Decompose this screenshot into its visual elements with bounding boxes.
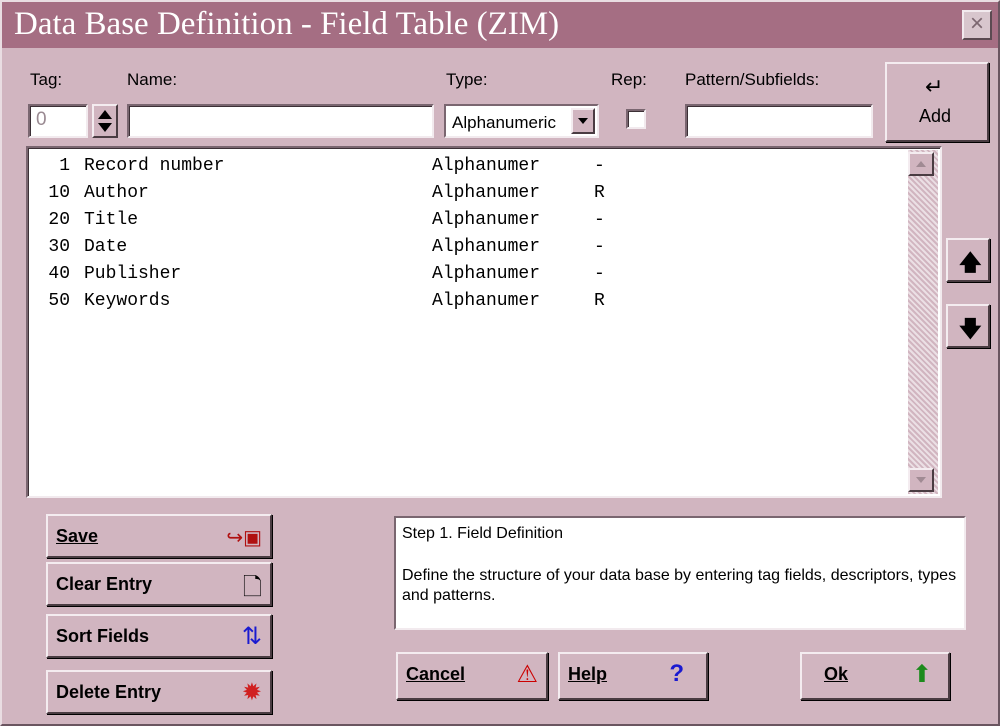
save-button-label: Save <box>56 526 99 546</box>
help-button[interactable]: Help ? <box>558 652 708 700</box>
add-button-label: Add <box>919 106 952 126</box>
delete-entry-button[interactable]: Delete Entry ✹ <box>46 670 272 714</box>
title-bar[interactable]: Data Base Definition - Field Table (ZIM)… <box>2 2 998 48</box>
clear-entry-label: Clear Entry <box>56 574 153 594</box>
down-arrow-icon: 🡇 <box>959 316 982 341</box>
field-tag: 1 <box>59 156 70 176</box>
field-rep: R <box>594 183 605 203</box>
field-name: Publisher <box>84 264 182 284</box>
field-rep: - <box>594 237 605 257</box>
question-mark-icon: ? <box>669 660 684 687</box>
field-rep: - <box>594 210 605 230</box>
close-button[interactable]: × <box>962 10 992 40</box>
rep-label: Rep: <box>611 70 647 89</box>
type-select-value: Alphanumeric <box>452 113 556 132</box>
field-tag: 30 <box>48 237 70 257</box>
chevron-down-icon[interactable] <box>571 108 595 134</box>
field-rep: R <box>594 291 605 311</box>
green-up-arrow-icon: ⬆ <box>911 661 932 688</box>
tag-spinner[interactable] <box>92 104 118 138</box>
save-button[interactable]: Save ↪▣ <box>46 514 272 558</box>
help-heading: Step 1. Field Definition <box>402 525 563 542</box>
window-title: Data Base Definition - Field Table (ZIM) <box>14 6 560 42</box>
new-page-icon: 🗋 <box>242 574 262 601</box>
help-button-label: Help <box>568 664 608 684</box>
field-name: Date <box>84 237 128 257</box>
field-name: Keywords <box>84 291 171 311</box>
dialog-window: Data Base Definition - Field Table (ZIM)… <box>0 0 1000 726</box>
name-input[interactable] <box>127 104 434 138</box>
help-text-panel: Step 1. Field Definition Define the stru… <box>394 516 966 630</box>
field-list[interactable]: 1 Record number Alphanumer - 10 Author Alphanu… <box>26 146 942 498</box>
help-body: Define the structure of your data base b… <box>402 567 957 604</box>
field-name: Title <box>84 210 139 230</box>
delete-entry-label: Delete Entry <box>56 682 162 702</box>
spin-down-icon[interactable] <box>98 123 112 132</box>
field-tag: 40 <box>48 264 70 284</box>
spin-up-icon[interactable] <box>98 110 112 119</box>
pattern-label: Pattern/Subfields: <box>685 70 820 89</box>
field-rep: - <box>594 264 605 284</box>
close-icon: × <box>969 10 984 37</box>
field-type: Alphanumer <box>432 264 541 284</box>
field-name: Record number <box>84 156 225 176</box>
tag-input[interactable]: 0 <box>28 104 88 138</box>
field-type: Alphanumer <box>432 183 541 203</box>
tag-label: Tag: <box>30 70 63 89</box>
field-type: Alphanumer <box>432 291 541 311</box>
move-down-button[interactable]: 🡇 <box>946 304 990 348</box>
up-arrow-icon: 🡅 <box>959 250 982 275</box>
ok-button-label: Ok <box>824 664 849 684</box>
sort-fields-label: Sort Fields <box>56 626 150 646</box>
list-scrollbar[interactable] <box>908 150 938 494</box>
return-arrow-icon: ↵ <box>925 74 944 99</box>
field-type: Alphanumer <box>432 237 541 257</box>
field-tag: 20 <box>48 210 70 230</box>
scroll-up-icon[interactable] <box>908 152 934 176</box>
field-tag: 50 <box>48 291 70 311</box>
add-button[interactable]: ↵ Add <box>885 62 989 142</box>
scroll-down-icon[interactable] <box>908 468 934 492</box>
rep-checkbox[interactable] <box>626 109 646 129</box>
cancel-button[interactable]: Cancel ⚠ <box>396 652 548 700</box>
field-tag: 10 <box>48 183 70 203</box>
sort-numbers-icon: ⇅ <box>241 623 262 650</box>
move-up-button[interactable]: 🡅 <box>946 238 990 282</box>
type-select[interactable]: Alphanumeric <box>444 104 599 138</box>
clear-entry-button[interactable]: Clear Entry 🗋 <box>46 562 272 606</box>
explosion-icon: ✹ <box>241 679 262 706</box>
save-disk-icon: ↪▣ <box>226 527 262 549</box>
warning-triangle-icon: ⚠ <box>516 661 538 688</box>
pattern-input[interactable] <box>685 104 873 138</box>
name-label: Name: <box>127 70 178 89</box>
field-type: Alphanumer <box>432 210 541 230</box>
field-type: Alphanumer <box>432 156 541 176</box>
sort-fields-button[interactable]: Sort Fields ⇅ <box>46 614 272 658</box>
ok-button[interactable]: Ok ⬆ <box>800 652 950 700</box>
cancel-button-label: Cancel <box>406 664 466 684</box>
field-rep: - <box>594 156 605 176</box>
type-label: Type: <box>446 70 488 89</box>
field-name: Author <box>84 183 149 203</box>
